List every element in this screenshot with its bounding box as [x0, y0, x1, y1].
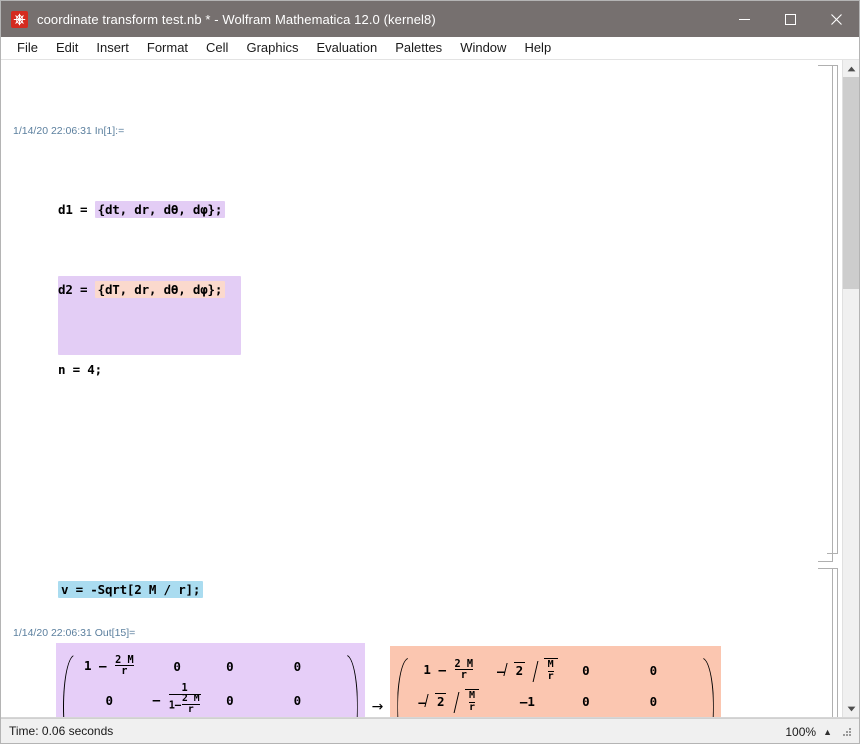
cell-2-2: –1 — [519, 693, 535, 709]
output-matrices-row: 1 – 2 Mr 0 0 0 0 – 11–2 Mr 0 0 0 — [56, 643, 721, 717]
code-blank-1 — [58, 440, 672, 460]
scrollbar-thumb[interactable] — [843, 77, 859, 289]
cell-2-4: 0 — [293, 692, 302, 708]
code-line-n[interactable]: n = 4; — [58, 360, 672, 380]
input-code-block[interactable]: d1 = {dt, dr, dϴ, dφ}; d2 = {dT, dr, dϴ,… — [58, 140, 672, 717]
d2-rhs: {dT, dr, dϴ, dφ}; — [94, 281, 226, 298]
menu-edit[interactable]: Edit — [47, 38, 87, 59]
rule-arrow-icon: → — [371, 698, 384, 715]
left-paren-icon — [62, 652, 75, 717]
cell-1-4: 0 — [649, 662, 658, 678]
cell-1-2: 0 — [173, 658, 181, 674]
right-paren-icon — [702, 655, 715, 717]
notebook-area: 1/14/20 22:06:31 In[1]:= d1 = {dt, dr, d… — [1, 60, 859, 718]
cell-2-3: 0 — [226, 692, 234, 708]
cell-1-3: 0 — [226, 658, 234, 674]
cell-bracket-column — [816, 60, 842, 717]
resize-grip-icon[interactable] — [841, 726, 853, 738]
cell-1-3: 0 — [582, 662, 590, 678]
right-paren-icon — [346, 652, 359, 717]
cell-bracket-output[interactable] — [827, 568, 838, 717]
matrix-left-table: 1 – 2 Mr 0 0 0 0 – 11–2 Mr 0 0 0 — [75, 652, 346, 717]
cell-2-2: – 1 1– 2 Mr — [152, 682, 201, 716]
output-cell-label: 1/14/20 22:06:31 Out[15]= — [13, 627, 136, 639]
zoom-level-label[interactable]: 100% — [785, 725, 816, 739]
v-assignment: v = -Sqrt[2 M / r]; — [58, 581, 204, 598]
mathematica-window: coordinate transform test.nb * - Wolfram… — [0, 0, 860, 744]
cell-bracket-input[interactable] — [827, 65, 838, 554]
cell-2-3: 0 — [582, 693, 590, 709]
left-paren-icon — [396, 655, 409, 717]
window-controls — [721, 1, 859, 37]
menu-graphics[interactable]: Graphics — [237, 38, 307, 59]
d2-lhs: d2 = — [58, 282, 95, 297]
status-bar: Time: 0.06 seconds 100% ▲ — [1, 718, 859, 743]
cell-1-4: 0 — [293, 658, 302, 674]
table-row: 1 – 2 Mr 0 0 0 — [75, 652, 346, 681]
close-button[interactable] — [813, 1, 859, 37]
evaluation-time-text: Time: 0.06 seconds — [9, 724, 114, 738]
code-blank-2 — [58, 500, 672, 520]
title-bar: coordinate transform test.nb * - Wolfram… — [1, 1, 859, 37]
status-right-group: 100% ▲ — [785, 719, 853, 744]
cell-2-1: 0 — [105, 692, 114, 708]
scroll-down-arrow-icon[interactable] — [843, 700, 859, 717]
window-title: coordinate transform test.nb * - Wolfram… — [37, 11, 436, 27]
notebook-canvas[interactable]: 1/14/20 22:06:31 In[1]:= d1 = {dt, dr, d… — [1, 60, 816, 717]
zoom-caret-icon[interactable]: ▲ — [823, 727, 832, 737]
menu-evaluation[interactable]: Evaluation — [307, 38, 386, 59]
menu-window[interactable]: Window — [451, 38, 515, 59]
menu-format[interactable]: Format — [138, 38, 197, 59]
cell-1-1: 1 – 2 Mr — [84, 653, 134, 678]
code-line-d2[interactable]: d2 = {dT, dr, dϴ, dφ}; — [58, 280, 672, 300]
cell-1-1: 1 – 2 Mr — [423, 657, 474, 682]
d1-rhs: {dt, dr, dϴ, dφ}; — [94, 201, 226, 218]
cell-2-4: 0 — [649, 693, 658, 709]
table-row: –2 Mr –1 0 0 — [409, 686, 701, 717]
vertical-scrollbar[interactable] — [842, 60, 859, 717]
gullstrand-painleve-metric-matrix[interactable]: 1 – 2 Mr –2 Mr 0 0 –2 Mr –1 0 0 0 — [390, 645, 721, 717]
d1-lhs: d1 = — [58, 202, 95, 217]
code-line-v[interactable]: v = -Sqrt[2 M / r]; — [58, 580, 672, 600]
matrix-right-table: 1 – 2 Mr –2 Mr 0 0 –2 Mr –1 0 0 0 — [409, 655, 701, 717]
menu-insert[interactable]: Insert — [87, 38, 138, 59]
minimize-button[interactable] — [721, 1, 767, 37]
cell-2-1: –2 Mr — [409, 686, 488, 717]
table-row: 0 – 1 1– 2 Mr 0 0 — [75, 681, 346, 718]
code-line-d1[interactable]: d1 = {dt, dr, dϴ, dφ}; — [58, 200, 672, 220]
menu-palettes[interactable]: Palettes — [386, 38, 451, 59]
menu-file[interactable]: File — [8, 38, 47, 59]
mathematica-spikey-icon — [11, 10, 28, 28]
cell-1-2: –2 Mr — [488, 655, 567, 686]
scroll-up-arrow-icon[interactable] — [843, 60, 859, 77]
menu-bar: File Edit Insert Format Cell Graphics Ev… — [1, 37, 859, 60]
schwarzschild-metric-matrix[interactable]: 1 – 2 Mr 0 0 0 0 – 11–2 Mr 0 0 0 — [56, 643, 365, 717]
scrollbar-track[interactable] — [843, 77, 859, 700]
table-row: 1 – 2 Mr –2 Mr 0 0 — [409, 655, 701, 686]
menu-help[interactable]: Help — [515, 38, 560, 59]
menu-cell[interactable]: Cell — [197, 38, 237, 59]
maximize-button[interactable] — [767, 1, 813, 37]
input-cell-label: 1/14/20 22:06:31 In[1]:= — [13, 125, 125, 137]
